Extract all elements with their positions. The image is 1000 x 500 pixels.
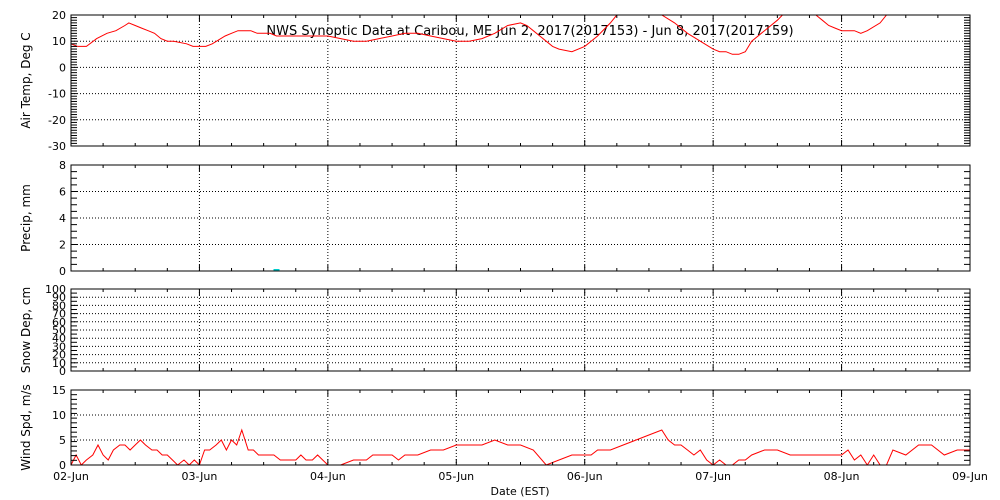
y-tick-label: -20 [48, 114, 66, 127]
x-tick-label: 02-Jun [53, 470, 89, 483]
panel-frame [70, 389, 971, 466]
y-tick-label: 8 [59, 159, 66, 172]
y-axis-label-air-temp: Air Temp, Deg C [19, 32, 33, 128]
y-tick-label: 100 [45, 283, 66, 296]
y-tick-label: 15 [52, 384, 66, 397]
y-tick-label: -10 [48, 88, 66, 101]
x-tick-label: 06-Jun [567, 470, 603, 483]
wind-speed-line [71, 428, 970, 465]
axis-layer: -30 -20 -10 0 10 20 Air Temp, Deg C 0 2 4 6 8 Precip… [19, 9, 988, 483]
y-tick-label: 0 [59, 61, 66, 74]
y-tick-label: -30 [48, 140, 66, 153]
x-tick-label: 07-Jun [695, 470, 731, 483]
y-tick-label: 5 [59, 434, 66, 447]
panel-wind-speed: 051015Wind Spd, m/s [19, 384, 971, 472]
y-tick-label: 4 [59, 212, 66, 225]
panel-frame [70, 164, 971, 272]
series-layer [71, 15, 970, 465]
chart-title: NWS Synoptic Data at Caribou, ME Jun 2, … [266, 24, 793, 39]
chart: NWS Synoptic Data at Caribou, ME Jun 2, … [19, 9, 988, 498]
y-axis-label-wind-speed: Wind Spd, m/s [19, 384, 33, 470]
y-axis-label-precip: Precip, mm [19, 184, 33, 252]
y-axis-label-snow-depth: Snow Dep, cm [19, 287, 33, 373]
x-tick-label: 04-Jun [310, 470, 346, 483]
panel-frame [70, 288, 971, 372]
y-tick-label: 10 [52, 35, 66, 48]
x-tick-label: 03-Jun [182, 470, 218, 483]
y-tick-label: 10 [52, 409, 66, 422]
x-axis-label: Date (EST) [490, 485, 549, 498]
x-tick-label: 08-Jun [824, 470, 860, 483]
x-tick-label: 09-Jun [952, 470, 988, 483]
y-tick-label: 2 [59, 239, 66, 252]
y-tick-label: 6 [59, 186, 66, 199]
x-tick-label: 05-Jun [438, 470, 474, 483]
y-tick-label: 20 [52, 9, 66, 22]
grid-layer [71, 15, 970, 465]
y-tick-label: 0 [59, 265, 66, 278]
